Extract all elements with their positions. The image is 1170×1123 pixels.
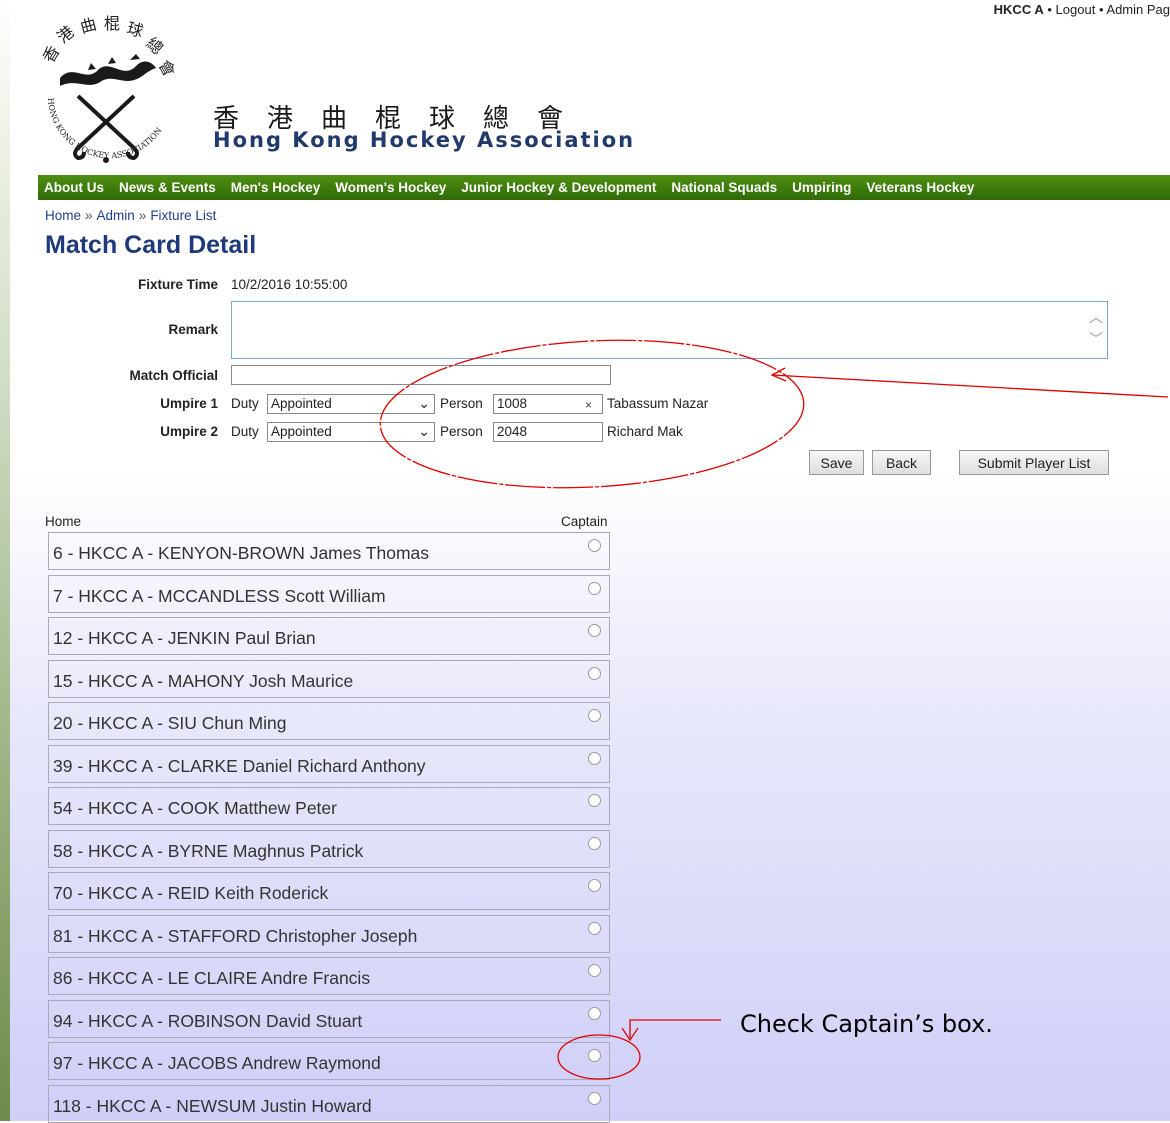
umpire-highlight-ellipse: [379, 339, 805, 489]
umpire-arrow-line: [771, 374, 1169, 398]
captain-arrow-line: [629, 1019, 721, 1038]
annotation-overlay: [379, 339, 1169, 1080]
annotation-note: Check Captain’s box.: [740, 1010, 993, 1038]
captain-highlight-ellipse: [557, 1034, 641, 1080]
